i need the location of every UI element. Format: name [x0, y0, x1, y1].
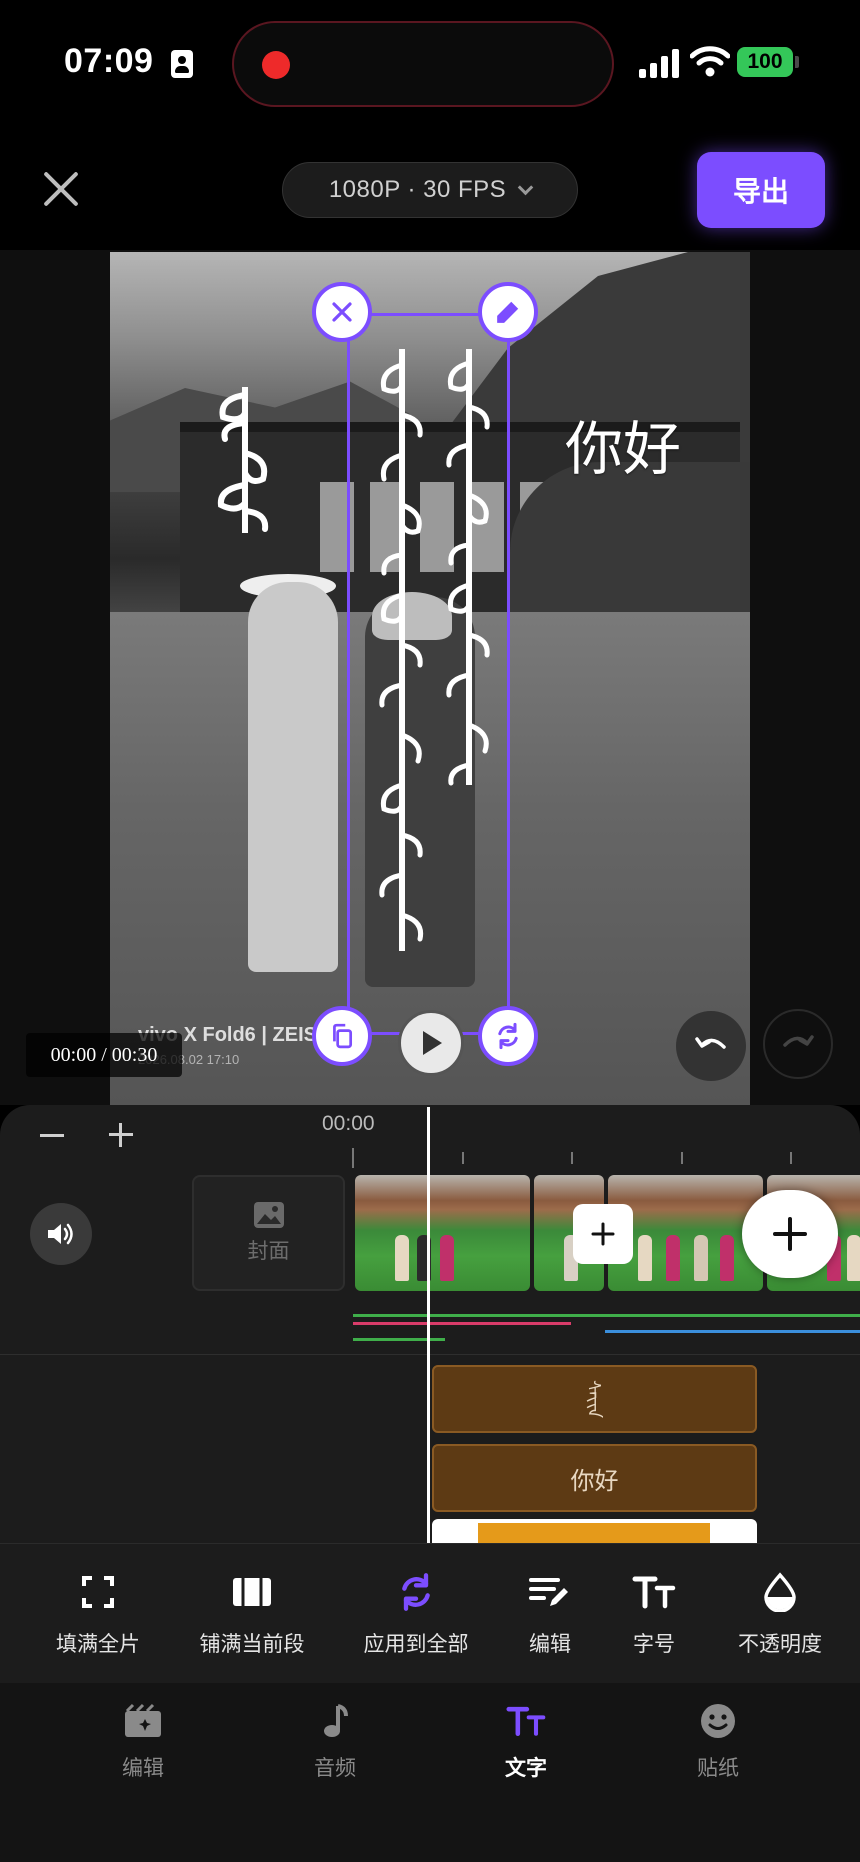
speaker-icon — [48, 1223, 73, 1245]
play-button[interactable] — [398, 1010, 464, 1076]
ruler-tick — [681, 1152, 683, 1164]
plus-icon — [773, 1217, 807, 1251]
add-transition-button[interactable] — [573, 1204, 633, 1264]
music-note-icon — [314, 1700, 356, 1742]
nav-label: 音频 — [314, 1757, 356, 1780]
tool-apply-all[interactable]: 应用到全部 — [356, 1570, 476, 1658]
track-line-pink — [353, 1322, 571, 1325]
mongolian-text-overlay[interactable] — [205, 385, 275, 535]
timeline-ruler-time: 00:00 — [322, 1112, 375, 1135]
selected-clip-thumbnail — [478, 1523, 710, 1545]
track-divider — [0, 1354, 860, 1355]
text-track-label: ᠰᠠᠶ᠋ᠢᠨ — [584, 1379, 604, 1419]
pencil-icon — [497, 301, 519, 323]
ruler-tick — [571, 1152, 573, 1164]
zoom-out-button[interactable] — [40, 1134, 64, 1137]
nav-label: 贴纸 — [697, 1757, 739, 1780]
redo-button[interactable] — [763, 1009, 833, 1079]
track-line-green-short — [353, 1338, 445, 1341]
apply-all-icon — [394, 1570, 438, 1614]
close-icon — [332, 302, 352, 322]
tool-label: 铺满当前段 — [199, 1633, 305, 1656]
building-wing-shape — [510, 462, 750, 622]
add-clip-button[interactable] — [742, 1190, 838, 1278]
tool-label: 应用到全部 — [363, 1633, 469, 1656]
nav-label: 文字 — [505, 1757, 547, 1780]
record-dot-icon — [262, 51, 290, 79]
mongolian-text-column-left — [379, 349, 424, 951]
screen-recording-indicator[interactable] — [232, 21, 614, 107]
playhead[interactable] — [427, 1107, 430, 1543]
cover-button[interactable]: 封面 — [192, 1175, 345, 1291]
undo-button[interactable] — [676, 1011, 746, 1081]
tool-label: 字号 — [633, 1633, 675, 1656]
opacity-icon — [758, 1570, 802, 1614]
close-icon[interactable] — [40, 168, 82, 210]
rotate-icon — [498, 1022, 518, 1050]
ruler-tick — [790, 1152, 792, 1164]
tool-fill-segment[interactable]: 铺满当前段 — [190, 1570, 314, 1658]
nav-label: 编辑 — [122, 1757, 164, 1780]
nav-audio[interactable]: 音频 — [275, 1700, 395, 1782]
redo-icon — [783, 1035, 814, 1047]
edit-clip-icon — [122, 1700, 164, 1742]
fill-segment-icon — [230, 1570, 274, 1614]
nav-text[interactable]: 文字 — [466, 1700, 586, 1782]
person-left — [248, 582, 338, 972]
resolution-selector[interactable]: 1080P · 30 FPS — [282, 162, 578, 218]
tool-label: 编辑 — [529, 1633, 571, 1656]
nav-edit[interactable]: 编辑 — [83, 1700, 203, 1782]
text-track-clip[interactable]: 你好 — [432, 1444, 757, 1512]
id-card-icon — [171, 50, 193, 78]
font-size-icon — [632, 1570, 676, 1614]
undo-icon — [695, 1037, 726, 1049]
chevron-down-icon — [517, 179, 534, 195]
mute-toggle[interactable] — [30, 1203, 92, 1265]
cellular-signal-icon — [639, 48, 681, 78]
battery-tip — [795, 56, 799, 68]
image-icon — [253, 1202, 284, 1228]
mongolian-text-column-right — [446, 349, 490, 786]
text-icon — [505, 1700, 547, 1742]
resolution-label: 1080P · 30 FPS — [328, 176, 507, 203]
cover-label: 封面 — [247, 1240, 290, 1263]
wifi-icon — [690, 46, 730, 77]
clock: 07:09 — [64, 42, 154, 80]
playback-time: 00:00 / 00:30 — [26, 1033, 182, 1077]
tool-label: 不透明度 — [738, 1633, 822, 1656]
battery-level: 100 — [737, 47, 793, 77]
nihao-text-overlay[interactable]: 你好 — [565, 402, 681, 486]
track-line-blue — [605, 1330, 860, 1333]
export-button[interactable]: 导出 — [697, 152, 825, 228]
duplicate-text-handle[interactable] — [312, 1006, 372, 1066]
edit-text-handle[interactable] — [478, 282, 538, 342]
tool-fill-whole[interactable]: 填满全片 — [44, 1570, 152, 1658]
ruler-tick — [352, 1148, 354, 1168]
plus-icon — [591, 1222, 615, 1246]
nav-sticker[interactable]: 贴纸 — [658, 1700, 778, 1782]
delete-text-handle[interactable] — [312, 282, 372, 342]
ruler-tick — [462, 1152, 464, 1164]
copy-icon — [333, 1023, 353, 1049]
video-clip[interactable] — [355, 1175, 530, 1291]
play-icon — [423, 1031, 442, 1055]
tool-font-size[interactable]: 字号 — [622, 1570, 686, 1658]
fill-frame-icon — [76, 1570, 120, 1614]
tool-edit[interactable]: 编辑 — [518, 1570, 582, 1658]
text-track-label: 你好 — [570, 1467, 619, 1495]
zoom-in-button[interactable] — [109, 1123, 133, 1147]
rotate-text-handle[interactable] — [478, 1006, 538, 1066]
edit-text-icon — [528, 1570, 572, 1614]
text-track-clip[interactable]: ᠰᠠᠶ᠋ᠢᠨ — [432, 1365, 757, 1433]
tool-opacity[interactable]: 不透明度 — [730, 1570, 830, 1658]
smiley-icon — [697, 1700, 739, 1742]
tool-label: 填满全片 — [56, 1633, 140, 1656]
